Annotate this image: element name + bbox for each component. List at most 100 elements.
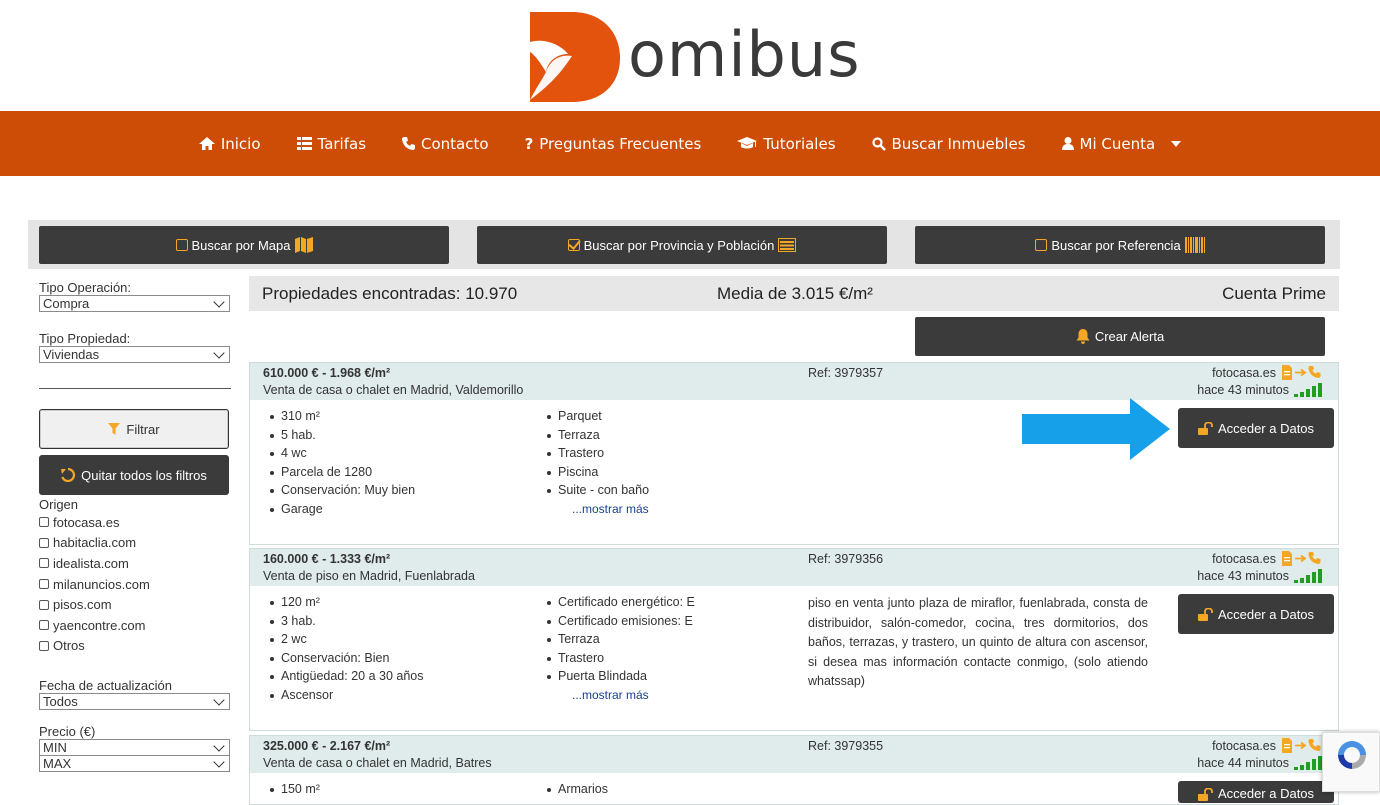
tipo-propiedad-select[interactable]: Viviendas — [39, 346, 230, 363]
signal-bars-icon — [1294, 383, 1322, 397]
precio-min-value: MIN — [43, 740, 67, 756]
precio-min-select[interactable]: MIN — [39, 739, 230, 757]
listing-features-2: Armarios — [542, 780, 608, 799]
origin-option-label: milanuncios.com — [53, 576, 150, 592]
tipo-operacion-label: Tipo Operación: — [39, 280, 132, 295]
access-data-label: Acceder a Datos — [1217, 606, 1315, 622]
nav-tarifas[interactable]: Tarifas — [296, 135, 366, 153]
checkbox[interactable] — [39, 599, 49, 610]
feature-item: Terraza — [542, 426, 649, 445]
create-alert-label: Crear Alerta — [1094, 329, 1165, 344]
unlock-icon — [1197, 607, 1213, 621]
search-by-province-label: Buscar por Provincia y Población — [583, 237, 775, 253]
tipo-operacion-select[interactable]: Compra — [39, 295, 230, 312]
unlock-icon — [1197, 421, 1213, 435]
filters-sidebar: Tipo Operación: Compra Tipo Propiedad: V… — [39, 280, 231, 773]
fecha-select[interactable]: Todos — [39, 693, 230, 711]
nav-inicio[interactable]: Inicio — [198, 134, 261, 153]
question-icon: ? — [524, 134, 534, 153]
listing-title[interactable]: Venta de casa o chalet en Madrid, Batres — [263, 756, 492, 770]
caret-down-icon — [1171, 140, 1182, 147]
nav-preguntas[interactable]: ? Preguntas Frecuentes — [525, 135, 702, 153]
origin-option[interactable]: Otros — [39, 636, 231, 657]
feature-item: 3 hab. — [265, 612, 423, 631]
domibus-logo-icon — [530, 12, 620, 102]
origin-option-label: pisos.com — [53, 597, 112, 613]
search-by-province-button[interactable]: Buscar por Provincia y Población — [477, 226, 887, 264]
search-by-map-button[interactable]: Buscar por Mapa — [39, 226, 449, 264]
feature-item: Trastero — [542, 649, 695, 668]
chevron-down-icon — [213, 346, 225, 359]
checkbox[interactable] — [39, 537, 49, 548]
listing-card: 160.000 € - 1.333 €/m² Venta de piso en … — [249, 548, 1339, 731]
listing-header: 325.000 € - 2.167 €/m² Venta de casa o c… — [250, 736, 1338, 773]
search-icon — [871, 136, 886, 151]
listing-updated: hace 43 minutos — [1197, 383, 1322, 397]
recaptcha-badge[interactable] — [1322, 732, 1380, 792]
checkbox[interactable] — [39, 640, 49, 651]
feature-item: 4 wc — [265, 444, 415, 463]
nav-contacto[interactable]: Contacto — [402, 135, 489, 153]
access-data-button[interactable]: Acceder a Datos — [1178, 594, 1334, 634]
listing-header: 610.000 € - 1.968 €/m² Venta de casa o c… — [250, 363, 1338, 400]
arrow-right-icon — [1022, 398, 1170, 460]
listing-source: fotocasa.es — [1212, 738, 1322, 753]
origin-option[interactable]: pisos.com — [39, 594, 231, 615]
user-icon — [1061, 137, 1074, 150]
origin-option[interactable]: fotocasa.es — [39, 512, 231, 533]
feature-item: Parquet — [542, 407, 649, 426]
origin-option-label: Otros — [53, 638, 85, 654]
create-alert-button[interactable]: Crear Alerta — [915, 317, 1325, 356]
nav-buscar[interactable]: Buscar Inmuebles — [871, 135, 1026, 153]
chevron-down-icon — [213, 739, 225, 752]
signal-bars-icon — [1294, 756, 1322, 770]
filter-button[interactable]: Filtrar — [39, 409, 229, 449]
checkbox[interactable] — [39, 558, 49, 569]
nav-preguntas-label: Preguntas Frecuentes — [539, 134, 702, 153]
precio-max-select[interactable]: MAX — [39, 755, 230, 773]
listing-header: 160.000 € - 1.333 €/m² Venta de piso en … — [250, 549, 1338, 586]
show-more-link[interactable]: ...mostrar más — [572, 688, 649, 702]
checkbox[interactable] — [39, 620, 49, 631]
origin-option-label: idealista.com — [53, 555, 129, 571]
listing-title[interactable]: Venta de piso en Madrid, Fuenlabrada — [263, 569, 475, 583]
feature-item: 150 m² — [265, 780, 320, 799]
unlock-icon — [1197, 788, 1213, 801]
listing-title[interactable]: Venta de casa o chalet en Madrid, Valdem… — [263, 383, 523, 397]
search-by-reference-button[interactable]: Buscar por Referencia — [915, 226, 1325, 264]
origin-option[interactable]: milanuncios.com — [39, 574, 231, 595]
nav-inicio-label: Inicio — [220, 134, 261, 153]
origin-option[interactable]: yaencontre.com — [39, 615, 231, 636]
show-more-link[interactable]: ...mostrar más — [572, 502, 649, 516]
results-average: Media de 3.015 €/m² — [717, 283, 873, 303]
origin-option-label: fotocasa.es — [53, 514, 120, 530]
clear-filters-label: Quitar todos los filtros — [81, 467, 207, 483]
checkbox[interactable] — [39, 579, 49, 590]
feature-item: Conservación: Muy bien — [265, 481, 415, 500]
feature-item: Conservación: Bien — [265, 649, 423, 668]
fecha-value: Todos — [43, 694, 78, 710]
listing-updated-label: hace 43 minutos — [1197, 383, 1289, 397]
checkbox[interactable] — [39, 517, 49, 528]
origin-option[interactable]: habitaclia.com — [39, 533, 231, 554]
document-arrow-phone-icon — [1282, 738, 1321, 753]
funnel-icon — [108, 423, 121, 435]
chevron-down-icon — [213, 755, 225, 768]
search-mode-bar: Buscar por Mapa Buscar por Provincia y P… — [28, 220, 1340, 269]
fecha-label: Fecha de actualización — [39, 678, 172, 694]
feature-item: Garage — [265, 500, 415, 519]
filter-label: Filtrar — [126, 421, 160, 437]
domibus-logo[interactable]: omibus — [524, 8, 860, 104]
feature-item: Piscina — [542, 463, 649, 482]
listing-ref: Ref: 3979357 — [808, 366, 884, 380]
access-data-button[interactable]: Acceder a Datos — [1178, 408, 1334, 448]
nav-contacto-label: Contacto — [421, 134, 489, 153]
clear-filters-button[interactable]: Quitar todos los filtros — [39, 455, 229, 495]
origin-option[interactable]: idealista.com — [39, 553, 231, 574]
document-arrow-phone-icon — [1282, 365, 1321, 380]
nav-mi-cuenta[interactable]: Mi Cuenta — [1061, 134, 1182, 153]
nav-mi-cuenta-label: Mi Cuenta — [1079, 134, 1156, 153]
province-checkbox-icon — [567, 239, 580, 251]
nav-tutoriales[interactable]: Tutoriales — [737, 135, 836, 153]
chevron-down-icon — [213, 295, 225, 308]
